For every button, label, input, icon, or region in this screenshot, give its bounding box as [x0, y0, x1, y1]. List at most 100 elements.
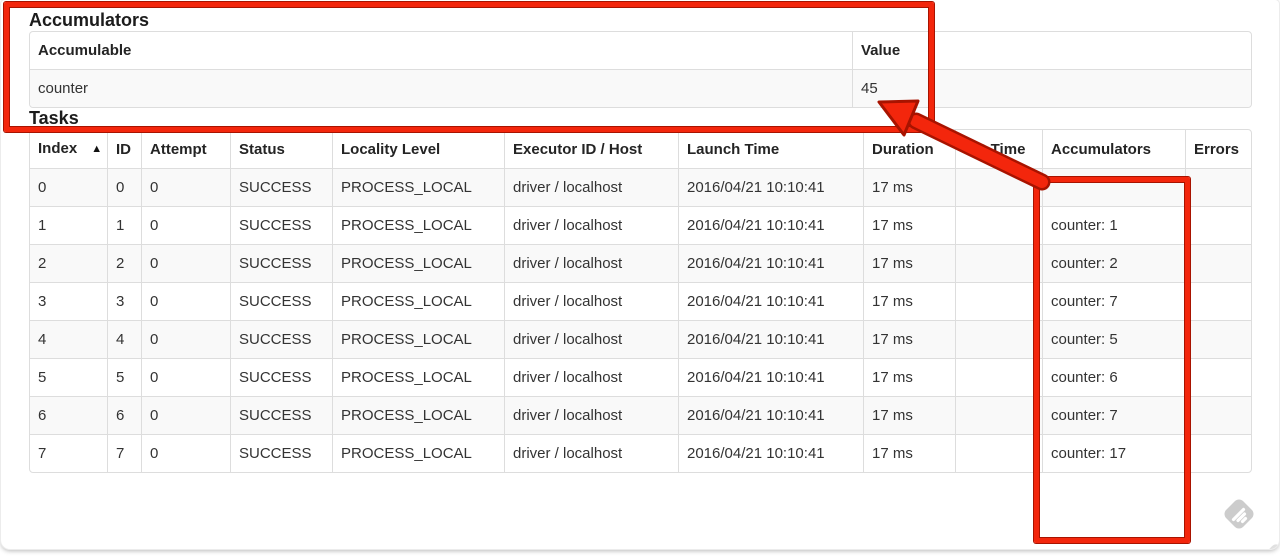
task-errors-cell — [1185, 358, 1251, 396]
task-executor-cell: driver / localhost — [504, 244, 678, 282]
task-launch-time-cell: 2016/04/21 10:10:41 — [678, 358, 863, 396]
sort-ascending-icon[interactable]: ▲ — [91, 143, 102, 155]
task-executor-cell: driver / localhost — [504, 320, 678, 358]
task-duration-cell: 17 ms — [863, 358, 955, 396]
task-index-cell: 7 — [30, 434, 107, 472]
task-launch-time-cell: 2016/04/21 10:10:41 — [678, 320, 863, 358]
task-index-cell: 5 — [30, 358, 107, 396]
task-duration-cell: 17 ms — [863, 244, 955, 282]
task-locality-cell: PROCESS_LOCAL — [332, 282, 504, 320]
task-errors-cell — [1185, 434, 1251, 472]
task-attempt-cell: 0 — [141, 396, 230, 434]
spark-ui-stage-page: Accumulators Accumulable Value counter 4… — [1, 0, 1279, 549]
task-accumulators-cell: counter: 7 — [1042, 282, 1185, 320]
accumulable-name-cell: counter — [30, 69, 852, 107]
value-column-header: Value — [852, 32, 1251, 69]
task-duration-cell: 17 ms — [863, 320, 955, 358]
task-status-cell: SUCCESS — [230, 168, 332, 206]
task-accumulators-cell: counter: 6 — [1042, 358, 1185, 396]
accumulators-table: Accumulable Value counter 45 — [29, 31, 1252, 108]
task-attempt-cell: 0 — [141, 320, 230, 358]
task-id-cell: 4 — [107, 320, 141, 358]
task-locality-cell: PROCESS_LOCAL — [332, 244, 504, 282]
locality-level-column-header[interactable]: Locality Level — [332, 130, 504, 168]
task-index-cell: 0 — [30, 168, 107, 206]
gc-time-column-header[interactable]: GC Time — [955, 130, 1042, 168]
task-errors-cell — [1185, 244, 1251, 282]
task-id-cell: 6 — [107, 396, 141, 434]
task-gc-time-cell — [955, 282, 1042, 320]
index-header-label: Index — [38, 140, 78, 157]
task-accumulators-cell — [1042, 168, 1185, 206]
id-column-header[interactable]: ID — [107, 130, 141, 168]
task-attempt-cell: 0 — [141, 282, 230, 320]
attempt-column-header[interactable]: Attempt — [141, 130, 230, 168]
task-index-cell: 4 — [30, 320, 107, 358]
task-id-cell: 3 — [107, 282, 141, 320]
task-gc-time-cell — [955, 320, 1042, 358]
task-duration-cell: 17 ms — [863, 282, 955, 320]
task-locality-cell: PROCESS_LOCAL — [332, 396, 504, 434]
task-accumulators-cell: counter: 1 — [1042, 206, 1185, 244]
accumulator-row: counter 45 — [30, 69, 1251, 107]
task-executor-cell: driver / localhost — [504, 168, 678, 206]
task-accumulators-cell: counter: 17 — [1042, 434, 1185, 472]
status-column-header[interactable]: Status — [230, 130, 332, 168]
executor-id-host-column-header[interactable]: Executor ID / Host — [504, 130, 678, 168]
task-locality-cell: PROCESS_LOCAL — [332, 320, 504, 358]
task-duration-cell: 17 ms — [863, 434, 955, 472]
launch-time-column-header[interactable]: Launch Time — [678, 130, 863, 168]
accumulators-section-title: Accumulators — [29, 10, 150, 30]
task-gc-time-cell — [955, 358, 1042, 396]
task-attempt-cell: 0 — [141, 244, 230, 282]
task-status-cell: SUCCESS — [230, 320, 332, 358]
task-attempt-cell: 0 — [141, 206, 230, 244]
task-id-cell: 2 — [107, 244, 141, 282]
tasks-header-row: Index ▲ ID Attempt Status Locality Level … — [30, 130, 1251, 168]
task-accumulators-cell: counter: 7 — [1042, 396, 1185, 434]
accumulable-column-header: Accumulable — [30, 32, 852, 69]
task-id-cell: 1 — [107, 206, 141, 244]
task-gc-time-cell — [955, 396, 1042, 434]
task-executor-cell: driver / localhost — [504, 396, 678, 434]
stripes-diamond-watermark-icon — [1224, 499, 1254, 529]
task-gc-time-cell — [955, 168, 1042, 206]
task-row: 4 4 0 SUCCESS PROCESS_LOCAL driver / loc… — [30, 320, 1251, 358]
task-errors-cell — [1185, 168, 1251, 206]
task-duration-cell: 17 ms — [863, 168, 955, 206]
task-duration-cell: 17 ms — [863, 206, 955, 244]
task-attempt-cell: 0 — [141, 358, 230, 396]
task-errors-cell — [1185, 320, 1251, 358]
task-locality-cell: PROCESS_LOCAL — [332, 358, 504, 396]
task-id-cell: 5 — [107, 358, 141, 396]
task-executor-cell: driver / localhost — [504, 358, 678, 396]
task-row: 3 3 0 SUCCESS PROCESS_LOCAL driver / loc… — [30, 282, 1251, 320]
task-row: 5 5 0 SUCCESS PROCESS_LOCAL driver / loc… — [30, 358, 1251, 396]
task-row: 6 6 0 SUCCESS PROCESS_LOCAL driver / loc… — [30, 396, 1251, 434]
task-locality-cell: PROCESS_LOCAL — [332, 168, 504, 206]
task-index-cell: 3 — [30, 282, 107, 320]
index-column-header[interactable]: Index ▲ — [30, 130, 107, 168]
task-launch-time-cell: 2016/04/21 10:10:41 — [678, 244, 863, 282]
task-locality-cell: PROCESS_LOCAL — [332, 434, 504, 472]
duration-column-header[interactable]: Duration — [863, 130, 955, 168]
task-index-cell: 2 — [30, 244, 107, 282]
task-gc-time-cell — [955, 244, 1042, 282]
task-errors-cell — [1185, 282, 1251, 320]
task-id-cell: 7 — [107, 434, 141, 472]
tasks-table: Index ▲ ID Attempt Status Locality Level … — [29, 129, 1252, 473]
accumulators-column-header[interactable]: Accumulators — [1042, 130, 1185, 168]
task-errors-cell — [1185, 396, 1251, 434]
task-index-cell: 1 — [30, 206, 107, 244]
task-executor-cell: driver / localhost — [504, 206, 678, 244]
task-status-cell: SUCCESS — [230, 244, 332, 282]
task-accumulators-cell: counter: 5 — [1042, 320, 1185, 358]
page-content: Accumulators Accumulable Value counter 4… — [1, 0, 1279, 473]
task-locality-cell: PROCESS_LOCAL — [332, 206, 504, 244]
task-row: 1 1 0 SUCCESS PROCESS_LOCAL driver / loc… — [30, 206, 1251, 244]
task-status-cell: SUCCESS — [230, 358, 332, 396]
task-errors-cell — [1185, 206, 1251, 244]
task-executor-cell: driver / localhost — [504, 282, 678, 320]
errors-column-header[interactable]: Errors — [1185, 130, 1251, 168]
accumulators-header-row: Accumulable Value — [30, 32, 1251, 69]
